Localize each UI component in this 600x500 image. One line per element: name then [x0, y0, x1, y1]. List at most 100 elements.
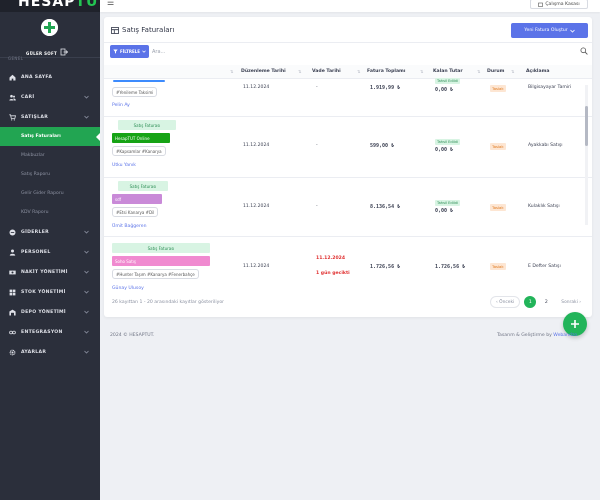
minus-circle-icon [9, 229, 16, 235]
row-issue-date: 11.12.2024 [243, 85, 270, 90]
sidebar: HESAPTUT GÜLER SOFT GENEL ANA SAYFA CARİ… [0, 0, 100, 500]
footer-brand-link[interactable]: Webandzo [553, 333, 577, 338]
footer-copyright: 2024 © HESAPTUT. [110, 333, 155, 338]
pagination: ‹ Önceki 1 2 Sonraki › [490, 296, 586, 308]
next-page-button[interactable]: Sonraki › [556, 296, 586, 308]
table-row[interactable]: Satış Faturası Soho Satış #Hunter Taşım … [104, 237, 592, 297]
table-row[interactable]: Satış Faturası HesapTUT Online #Kapsamla… [104, 117, 592, 178]
sidebar-item-cash[interactable]: NAKİT YÖNETİMİ [0, 262, 100, 282]
row-paid-badge: Tahsil Edildi [435, 78, 460, 84]
register-icon [538, 2, 544, 7]
sort-icon[interactable]: ⇅ [230, 69, 233, 74]
status-badge: Taslak [490, 85, 506, 92]
prev-page-button[interactable]: ‹ Önceki [490, 296, 521, 308]
row-paid-badge: Tahsil Edildi [435, 139, 460, 145]
row-due-date: - [316, 85, 318, 90]
sidebar-item-stock[interactable]: STOK YÖNETİMİ [0, 282, 100, 302]
sidebar-subitem-vat-report[interactable]: KDV Raporu [0, 203, 100, 222]
gear-icon [9, 349, 16, 355]
table-row[interactable]: Satış Faturası sdf #Etsi Kanarya #Dil Üm… [104, 178, 592, 237]
table-icon [111, 26, 119, 34]
row-total: 1.726,56 ₺ [370, 264, 401, 270]
sort-icon[interactable]: ⇅ [477, 69, 480, 74]
table-row[interactable]: #Yenileme Taksimi Pelin Ay 11.12.2024 - … [104, 78, 592, 117]
row-issue-date: 11.12.2024 [243, 264, 270, 269]
topbar: ☰ Çalışma Kasası [100, 0, 600, 12]
row-customer-link[interactable]: Günay Ulusoy [112, 286, 144, 291]
header-invoice-total[interactable]: Fatura Toplamı [367, 69, 405, 74]
row-description: E Defter Satışı [528, 264, 561, 269]
cart-icon [9, 113, 16, 120]
link-icon [9, 330, 16, 334]
row-invoice-type: Satış Faturası [118, 120, 176, 130]
sidebar-item-cari[interactable]: CARİ [0, 87, 100, 107]
search-input[interactable] [152, 46, 572, 57]
chevron-down-icon [84, 290, 89, 294]
table-scrollbar[interactable] [585, 85, 588, 225]
sort-icon[interactable]: ⇅ [420, 69, 423, 74]
sort-icon[interactable]: ⇅ [357, 69, 360, 74]
sidebar-item-settings[interactable]: AYARLAR [0, 342, 100, 362]
sidebar-item-warehouse[interactable]: DEPO YÖNETİMİ [0, 302, 100, 322]
row-remaining: 0,00 ₺ [435, 87, 454, 93]
invoices-table: ⇅ Düzenleme Tarihi ⇅ Vade Tarihi ⇅ Fatur… [104, 65, 592, 297]
filter-button[interactable]: FİLTRELE [110, 45, 149, 58]
sidebar-section-label: GENEL [8, 56, 24, 61]
row-customer-link[interactable]: Ümit Bağgeren [112, 224, 147, 229]
sidebar-item-integration[interactable]: ENTEGRASYON [0, 322, 100, 342]
sidebar-item-expenses[interactable]: GİDERLER [0, 222, 100, 242]
users-icon [9, 94, 16, 100]
row-remaining: 0,00 ₺ [435, 147, 454, 153]
sort-icon[interactable]: ⇅ [298, 69, 301, 74]
chevron-down-icon [84, 230, 89, 234]
header-due-date[interactable]: Vade Tarihi [312, 69, 341, 74]
row-tag: sdf [112, 194, 162, 204]
cash-icon [9, 270, 16, 274]
cash-register-button[interactable]: Çalışma Kasası [530, 0, 588, 9]
row-issue-date: 11.12.2024 [243, 204, 270, 209]
row-customer-link[interactable]: Utku Yanık [112, 163, 136, 168]
sort-icon[interactable]: ⇅ [511, 69, 514, 74]
header-description[interactable]: Açıklama [526, 69, 549, 74]
menu-toggle-icon[interactable]: ☰ [107, 0, 114, 7]
page-title: Satış Faturaları [111, 26, 174, 34]
sidebar-menu: ANA SAYFA CARİ SATIŞLAR Satış Faturaları… [0, 67, 100, 362]
header-issue-date[interactable]: Düzenleme Tarihi [241, 69, 286, 74]
sidebar-subitem-receipts[interactable]: Makbuzlar [0, 146, 100, 165]
row-overdue-note: 1 gün gecikti [316, 271, 350, 276]
search-icon[interactable] [580, 47, 588, 55]
sidebar-item-home[interactable]: ANA SAYFA [0, 67, 100, 87]
row-total: 1.919,99 ₺ [370, 85, 401, 91]
row-customer-link[interactable]: Pelin Ay [112, 103, 130, 108]
row-due-date: - [316, 143, 318, 148]
scrollbar-thumb[interactable] [585, 106, 588, 146]
sidebar-subitem-sales-invoices[interactable]: Satış Faturaları [0, 127, 100, 146]
row-remaining: 0,00 ₺ [435, 208, 454, 214]
sidebar-subitem-income-expense-report[interactable]: Gelir Gider Raporu [0, 184, 100, 203]
header-remaining[interactable]: Kalan Tutar [433, 69, 463, 74]
row-due-date: - [316, 204, 318, 209]
logout-icon[interactable] [60, 48, 68, 56]
row-issue-date: 11.12.2024 [243, 143, 270, 148]
page-1-button[interactable]: 1 [524, 296, 537, 308]
sidebar-item-personnel[interactable]: PERSONEL [0, 242, 100, 262]
user-name: GÜLER SOFT [26, 51, 58, 56]
row-description: Bilgisayayar Tamiri [528, 85, 572, 90]
footer-credit: Tasarım & Geliştirme by Webandzo [497, 333, 578, 338]
row-total: 599,00 ₺ [370, 143, 395, 149]
filter-row: FİLTRELE [110, 45, 588, 58]
header-status[interactable]: Durum [487, 69, 504, 74]
sidebar-subitem-sales-report[interactable]: Satış Raporu [0, 165, 100, 184]
user-avatar-icon[interactable] [41, 19, 58, 36]
logo[interactable]: HESAPTUT [18, 0, 100, 10]
sidebar-item-sales[interactable]: SATIŞLAR [0, 107, 100, 127]
chevron-down-icon [84, 330, 89, 334]
new-invoice-button[interactable]: Yeni Fatura Oluştur [511, 23, 588, 38]
row-invoice-type: Satış Faturası [112, 243, 210, 253]
row-description: Kulaklık Satışı [528, 204, 560, 209]
warehouse-icon [9, 309, 16, 315]
status-badge: Taslak [490, 263, 506, 270]
row-total: 8.136,54 ₺ [370, 204, 401, 210]
page-2-button[interactable]: 2 [540, 296, 552, 308]
chevron-down-icon [569, 29, 575, 33]
